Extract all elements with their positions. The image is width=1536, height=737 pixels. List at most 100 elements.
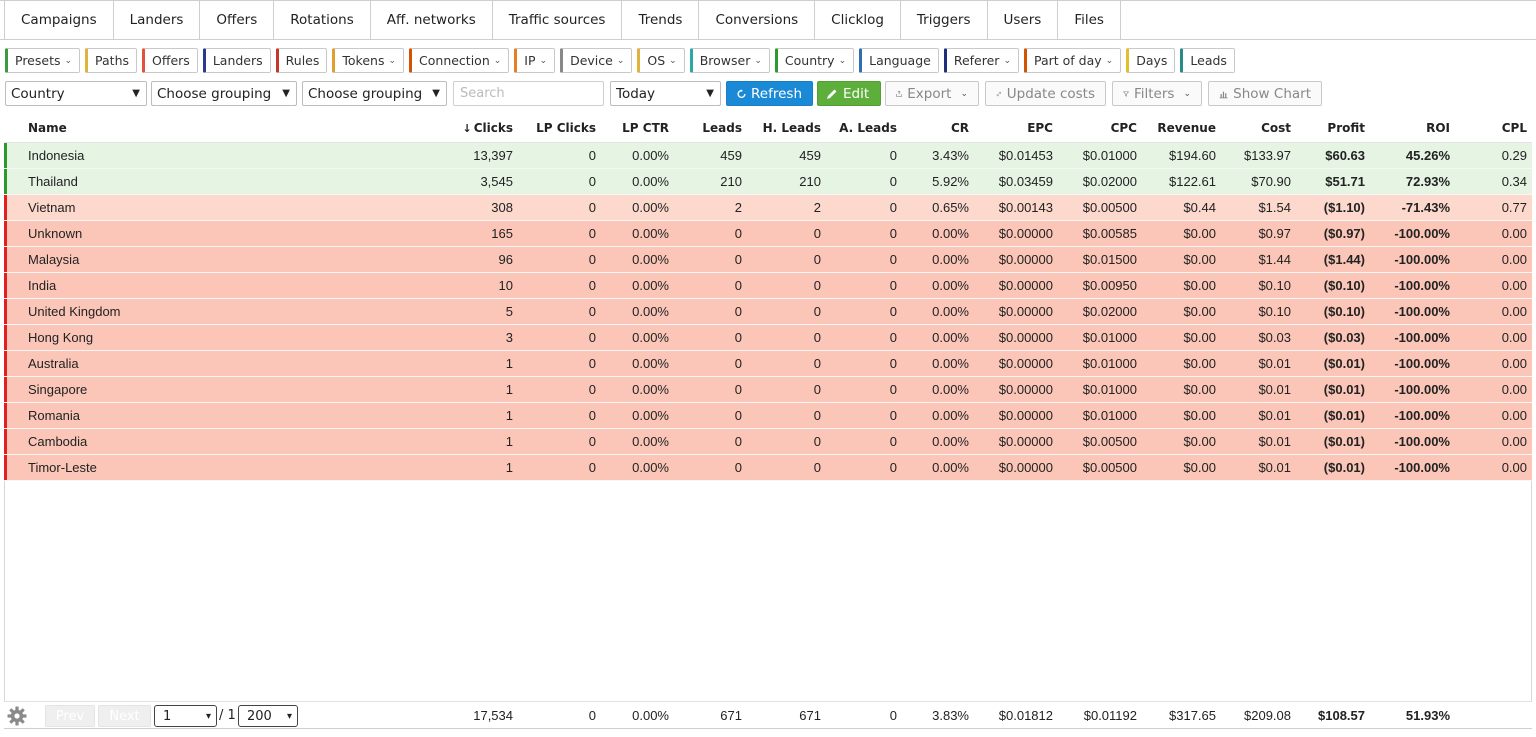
filter-button-language[interactable]: Language (859, 48, 939, 73)
filter-button-rules[interactable]: Rules (275, 48, 328, 73)
column-header-lp-clicks[interactable]: LP Clicks (518, 115, 601, 143)
filter-button-days[interactable]: Days (1126, 48, 1176, 73)
column-header-h-leads[interactable]: H. Leads (747, 115, 826, 143)
table-row[interactable]: Vietnam 308 0 0.00% 2 2 0 0.65% $0.00143 $0.00500… (4, 194, 1532, 221)
tab-campaigns[interactable]: Campaigns (4, 1, 114, 39)
show-chart-button[interactable]: Show Chart (1208, 81, 1322, 106)
search-input[interactable] (453, 81, 604, 106)
tab-trends[interactable]: Trends (621, 1, 700, 39)
caret-down-icon: ▼ (432, 88, 440, 99)
filter-button-leads[interactable]: Leads (1180, 48, 1235, 73)
column-header-leads[interactable]: Leads (674, 115, 747, 143)
column-header-profit[interactable]: Profit (1296, 115, 1370, 143)
filter-button-paths[interactable]: Paths (85, 48, 138, 73)
tab-landers[interactable]: Landers (112, 1, 201, 39)
filter-button-tokens[interactable]: Tokens ⌄ (332, 48, 405, 73)
column-header-cpc[interactable]: CPC (1058, 115, 1142, 143)
table-row[interactable]: Unknown 165 0 0.00% 0 0 0 0.00% $0.00000 $0.00585… (4, 220, 1532, 247)
cell-lp-ctr: 0.00% (601, 428, 674, 455)
tab-triggers[interactable]: Triggers (899, 1, 988, 39)
table-row[interactable]: Indonesia 13,397 0 0.00% 459 459 0 3.43% $0.0145… (4, 142, 1532, 169)
table-row[interactable]: India 10 0 0.00% 0 0 0 0.00% $0.00000 $0.00950 $0.… (4, 272, 1532, 299)
cell-name: Timor-Leste (4, 454, 443, 481)
table-row[interactable]: Thailand 3,545 0 0.00% 210 210 0 5.92% $0.03459 $… (4, 168, 1532, 195)
column-header-lp-ctr[interactable]: LP CTR (601, 115, 674, 143)
cell-revenue: $194.60 (1142, 142, 1221, 169)
cell-roi: 45.26% (1370, 142, 1455, 169)
grouping-select-3[interactable]: Choose grouping ▼ (302, 81, 447, 106)
cell-roi: -71.43% (1370, 194, 1455, 221)
cell-a-leads: 0 (826, 454, 902, 481)
page-size-select[interactable]: 200 ▾ (238, 705, 298, 727)
table-row[interactable]: Cambodia 1 0 0.00% 0 0 0 0.00% $0.00000 $0.00500 $… (4, 428, 1532, 455)
filters-button[interactable]: Filters ⌄ (1112, 81, 1202, 106)
filter-button-connection[interactable]: Connection ⌄ (409, 48, 510, 73)
gear-icon[interactable] (6, 705, 28, 727)
column-header-roi[interactable]: ROI (1370, 115, 1455, 143)
main-tabs: Campaigns Landers Offers Rotations Aff. … (0, 0, 1536, 40)
cell-cpc: $0.00500 (1058, 428, 1142, 455)
filter-button-country[interactable]: Country ⌄ (774, 48, 855, 73)
tab-rotations[interactable]: Rotations (273, 1, 371, 39)
cell-lp-ctr: 0.00% (601, 194, 674, 221)
cell-cr: 5.92% (902, 168, 974, 195)
caret-down-icon: ▼ (132, 88, 140, 99)
tab-aff-networks[interactable]: Aff. networks (369, 1, 493, 39)
table-footer: Prev Next 1 ▾ / 1 200 ▾ 17,534 0 0.00% 671 6… (4, 701, 1532, 729)
filter-button-ip[interactable]: IP ⌄ (514, 48, 556, 73)
grouping-select-2[interactable]: Choose grouping ▼ (151, 81, 297, 106)
column-header-cpl[interactable]: CPL (1455, 115, 1532, 143)
column-header-epc[interactable]: EPC (974, 115, 1058, 143)
tab-offers[interactable]: Offers (199, 1, 275, 39)
cell-cpl: 0.00 (1455, 246, 1532, 273)
tab-users[interactable]: Users (986, 1, 1059, 39)
period-select[interactable]: Today ▼ (610, 81, 721, 106)
refresh-button[interactable]: Refresh (726, 81, 813, 106)
column-header-cr[interactable]: CR (902, 115, 974, 143)
tab-traffic-sources[interactable]: Traffic sources (491, 1, 623, 39)
cell-epc: $0.00000 (974, 454, 1058, 481)
cell-clicks: 3 (443, 324, 518, 351)
filter-button-part-of-day[interactable]: Part of day ⌄ (1023, 48, 1122, 73)
filter-button-referer[interactable]: Referer ⌄ (943, 48, 1019, 73)
cell-lp-clicks: 0 (518, 402, 601, 429)
next-page-button[interactable]: Next (98, 705, 151, 727)
cell-clicks: 10 (443, 272, 518, 299)
column-header-name[interactable]: Name (4, 115, 443, 143)
tab-conversions[interactable]: Conversions (698, 1, 816, 39)
table-row[interactable]: Hong Kong 3 0 0.00% 0 0 0 0.00% $0.00000 $0.01000… (4, 324, 1532, 351)
cell-lp-clicks: 0 (518, 428, 601, 455)
column-header-clicks[interactable]: ↓ Clicks (443, 115, 518, 143)
filter-button-label: Offers (152, 53, 190, 68)
filter-button-label: Device (570, 53, 613, 68)
filter-button-browser[interactable]: Browser ⌄ (689, 48, 770, 73)
table-row[interactable]: Timor-Leste 1 0 0.00% 0 0 0 0.00% $0.00000 $0.005… (4, 454, 1532, 481)
tab-files[interactable]: Files (1057, 1, 1121, 39)
column-header-revenue[interactable]: Revenue (1142, 115, 1221, 143)
table-row[interactable]: Australia 1 0 0.00% 0 0 0 0.00% $0.00000 $0.01000… (4, 350, 1532, 377)
cell-h-leads: 459 (747, 142, 826, 169)
prev-page-button[interactable]: Prev (45, 705, 95, 727)
cell-lp-clicks: 0 (518, 220, 601, 247)
table-row[interactable]: Singapore 1 0 0.00% 0 0 0 0.00% $0.00000 $0.01000… (4, 376, 1532, 403)
filter-button-offers[interactable]: Offers (142, 48, 198, 73)
cell-epc: $0.00000 (974, 428, 1058, 455)
filter-button-os[interactable]: OS ⌄ (637, 48, 685, 73)
filter-button-device[interactable]: Device ⌄ (560, 48, 633, 73)
column-header-cost[interactable]: Cost (1221, 115, 1296, 143)
table-row[interactable]: United Kingdom 5 0 0.00% 0 0 0 0.00% $0.00000 $0.… (4, 298, 1532, 325)
tab-clicklog[interactable]: Clicklog (814, 1, 901, 39)
export-button[interactable]: Export ⌄ (885, 81, 979, 106)
filter-button-presets[interactable]: Presets ⌄ (5, 48, 81, 73)
table-row[interactable]: Malaysia 96 0 0.00% 0 0 0 0.00% $0.00000 $0.01500… (4, 246, 1532, 273)
page-select[interactable]: 1 ▾ (154, 705, 217, 727)
update-costs-button[interactable]: Update costs (985, 81, 1106, 106)
cell-cr: 0.00% (902, 324, 974, 351)
filter-button-landers[interactable]: Landers (202, 48, 271, 73)
cell-lp-ctr: 0.00% (601, 350, 674, 377)
cell-cr: 0.00% (902, 246, 974, 273)
table-row[interactable]: Romania 1 0 0.00% 0 0 0 0.00% $0.00000 $0.01000 $0… (4, 402, 1532, 429)
column-header-a-leads[interactable]: A. Leads (826, 115, 902, 143)
edit-button[interactable]: Edit (817, 81, 881, 106)
grouping-select-1[interactable]: Country ▼ (5, 81, 147, 106)
